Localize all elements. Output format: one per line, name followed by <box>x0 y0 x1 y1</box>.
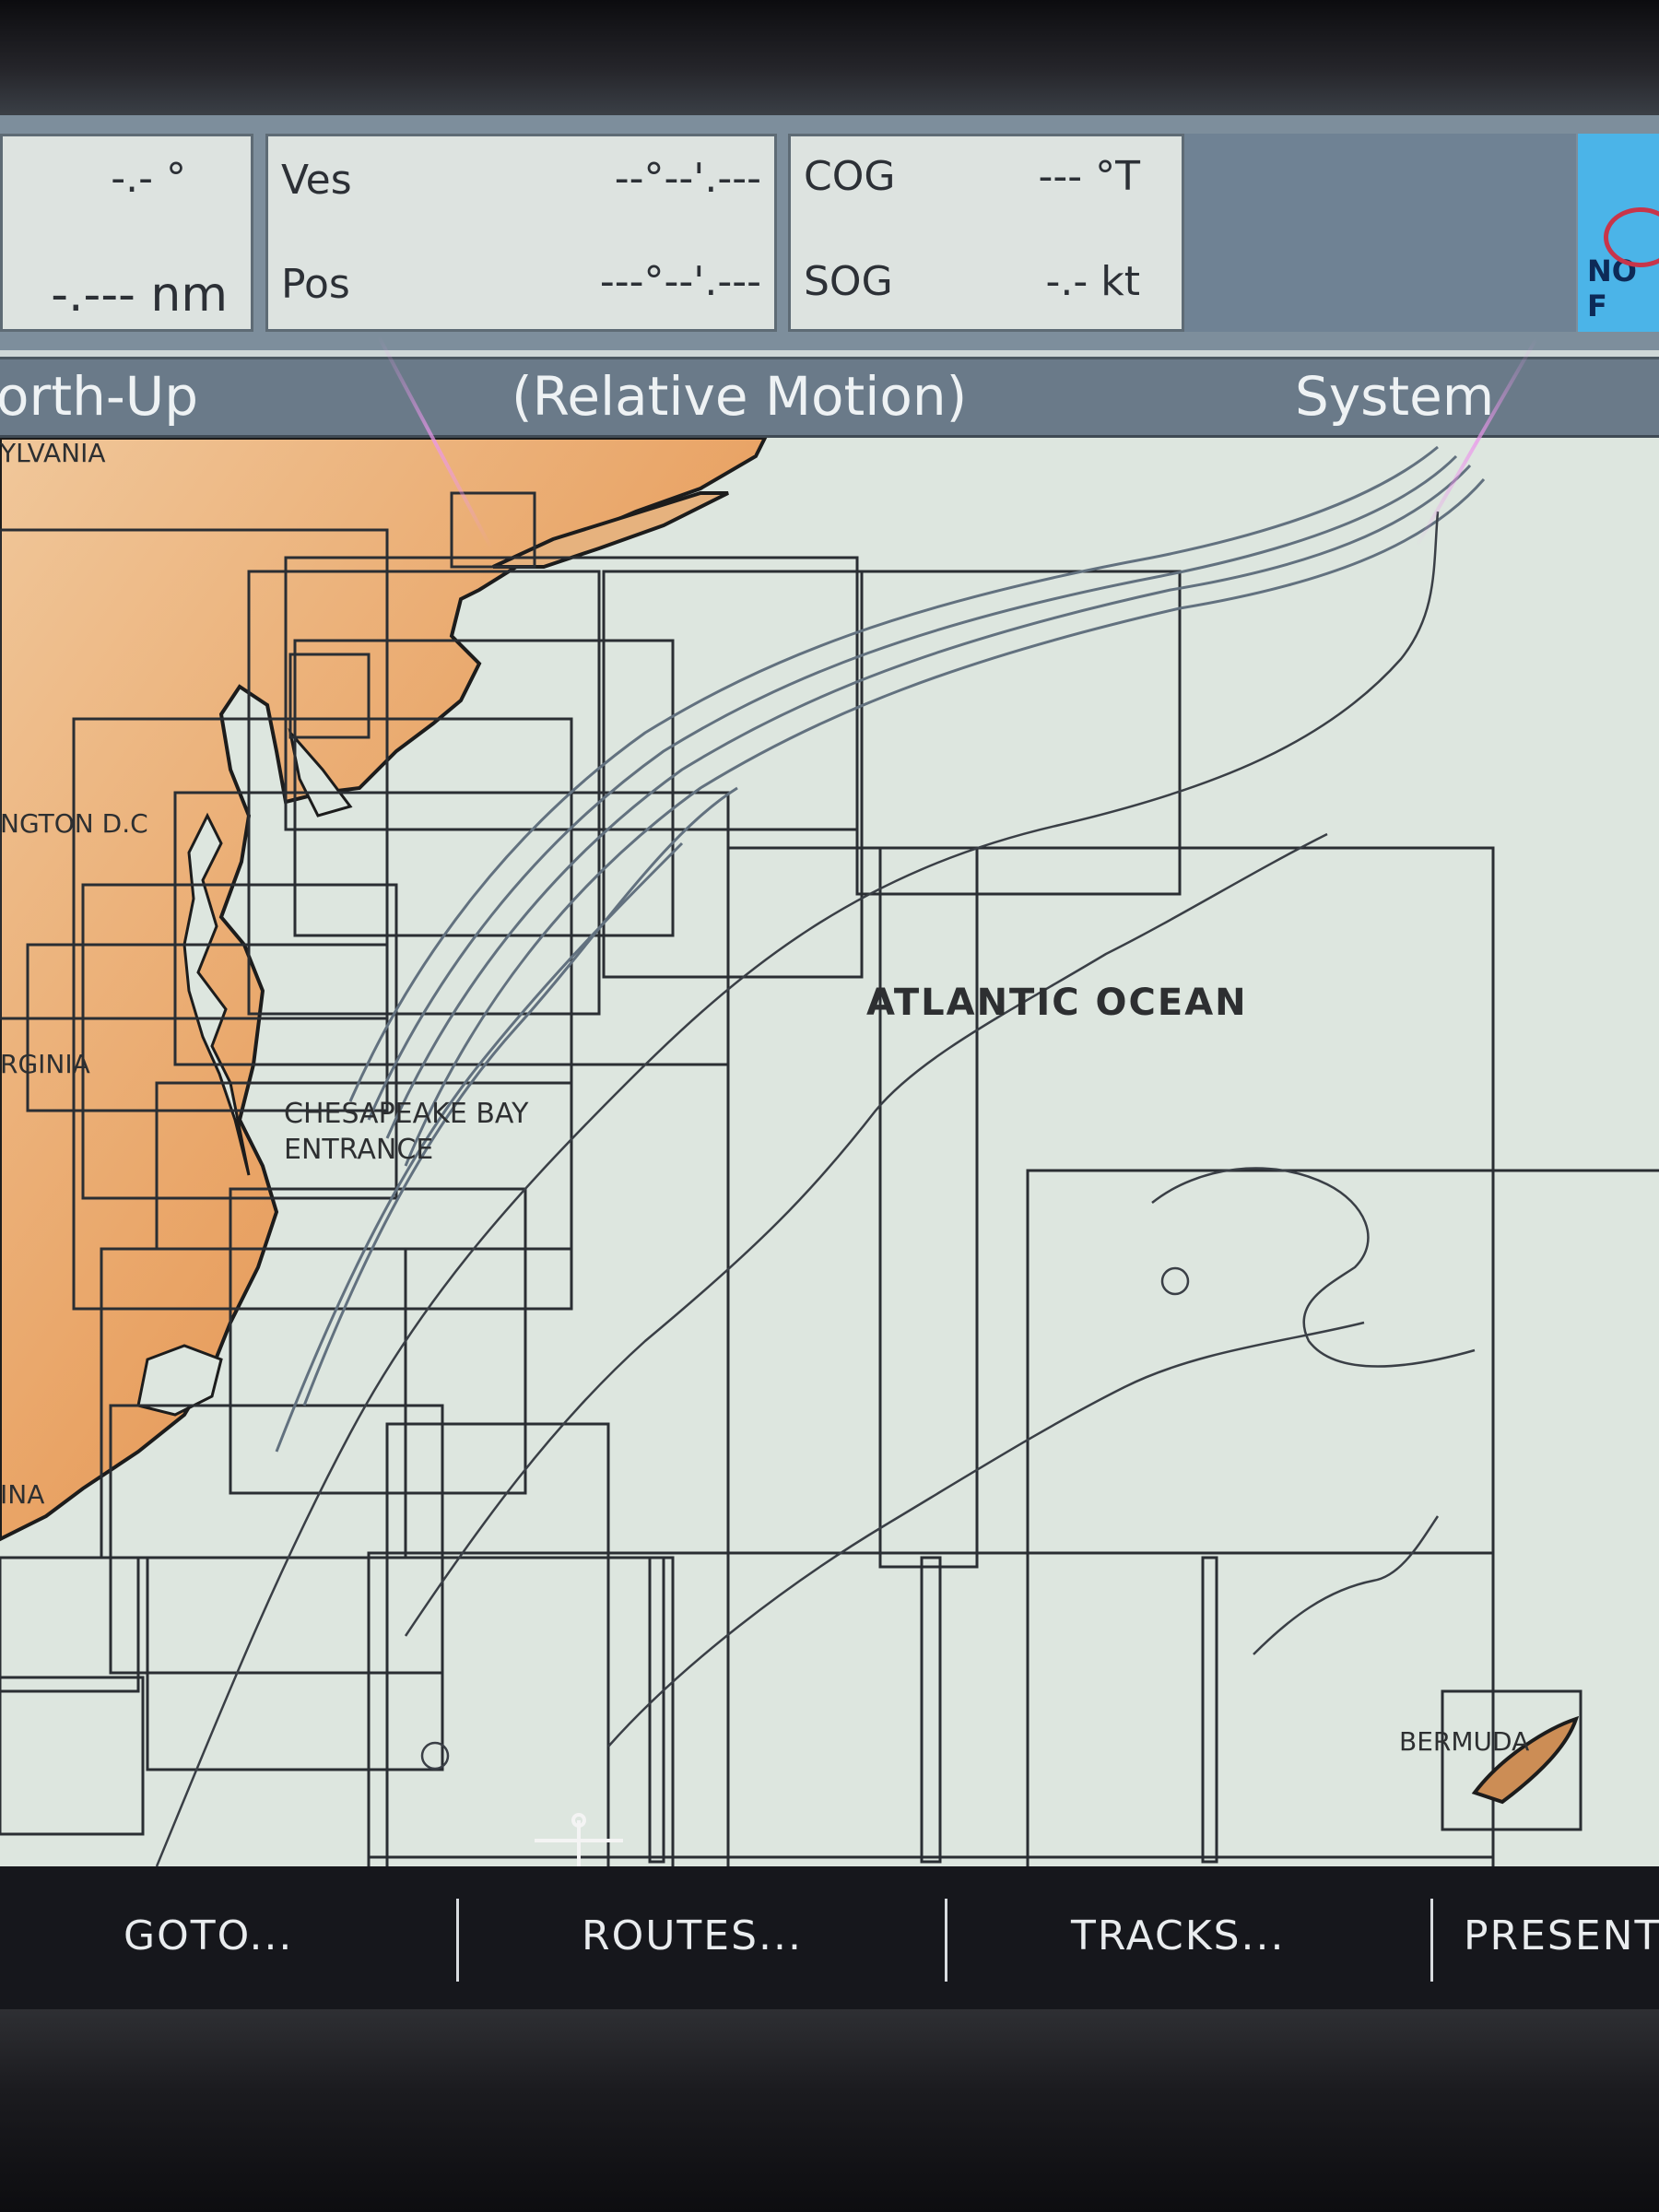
label-washington: NGTON D.C <box>0 808 148 839</box>
motion-mode[interactable]: (Relative Motion) <box>512 365 967 428</box>
data-bar-empty-slot <box>1184 134 1576 332</box>
label-chesapeake-entrance: ENTRANCE <box>284 1134 434 1166</box>
chart-logo-icon: NO F <box>1578 134 1659 332</box>
bearing-value: -.- ° <box>111 155 186 202</box>
label-virginia: RGINIA <box>0 1049 90 1079</box>
label-pennsylvania: YLVANIA <box>0 438 106 468</box>
ves-label: Ves <box>281 157 352 204</box>
bearing-distance-box: -.- ° -.--- nm <box>0 134 253 332</box>
tracks-softkey[interactable]: TRACKS... <box>1071 1912 1285 1959</box>
status-bar: orth-Up (Relative Motion) System <box>0 357 1659 438</box>
vessel-position-box: Ves --°--'.--- Pos ---°--'.--- <box>265 134 777 332</box>
cog-label: COG <box>804 153 896 200</box>
device-bezel-bottom <box>0 2009 1659 2212</box>
system-mode[interactable]: System <box>1295 365 1494 428</box>
label-chesapeake-bay: CHESAPEAKE BAY <box>284 1098 529 1130</box>
data-bar: -.- ° -.--- nm Ves --°--'.--- Pos ---°--… <box>0 115 1659 350</box>
routes-softkey[interactable]: ROUTES... <box>582 1912 803 1959</box>
distance-value: -.--- nm <box>51 267 228 323</box>
course-speed-box: COG --- °T SOG -.- kt <box>788 134 1184 332</box>
sog-label: SOG <box>804 258 893 305</box>
latitude-value: --°--'.--- <box>614 155 761 202</box>
goto-softkey[interactable]: GOTO... <box>124 1912 293 1959</box>
cursor-crosshair-icon <box>535 1813 623 1866</box>
softkey-divider <box>456 1899 459 1982</box>
label-carolina: INA <box>0 1479 45 1510</box>
present-softkey[interactable]: PRESENT <box>1464 1912 1659 1959</box>
softkey-divider <box>1430 1899 1433 1982</box>
label-atlantic-ocean: ATLANTIC OCEAN <box>866 982 1248 1024</box>
sog-value: -.- kt <box>1045 258 1140 305</box>
chart-canvas[interactable] <box>0 438 1659 1866</box>
longitude-value: ---°--'.--- <box>599 258 761 305</box>
label-bermuda: BERMUDA <box>1399 1726 1530 1757</box>
softkey-bar: GOTO... ROUTES... TRACKS... PRESENT <box>0 1866 1659 2009</box>
chart-map[interactable]: YLVANIA NGTON D.C RGINIA CHESAPEAKE BAY … <box>0 438 1659 1866</box>
softkey-divider <box>945 1899 947 1982</box>
cog-value: --- °T <box>1038 153 1141 200</box>
device-bezel-top <box>0 0 1659 115</box>
orientation-mode[interactable]: orth-Up <box>0 365 198 428</box>
east-coast-land <box>0 438 768 1542</box>
pos-label: Pos <box>281 261 350 308</box>
chartplotter-screen: -.- ° -.--- nm Ves --°--'.--- Pos ---°--… <box>0 115 1659 2009</box>
